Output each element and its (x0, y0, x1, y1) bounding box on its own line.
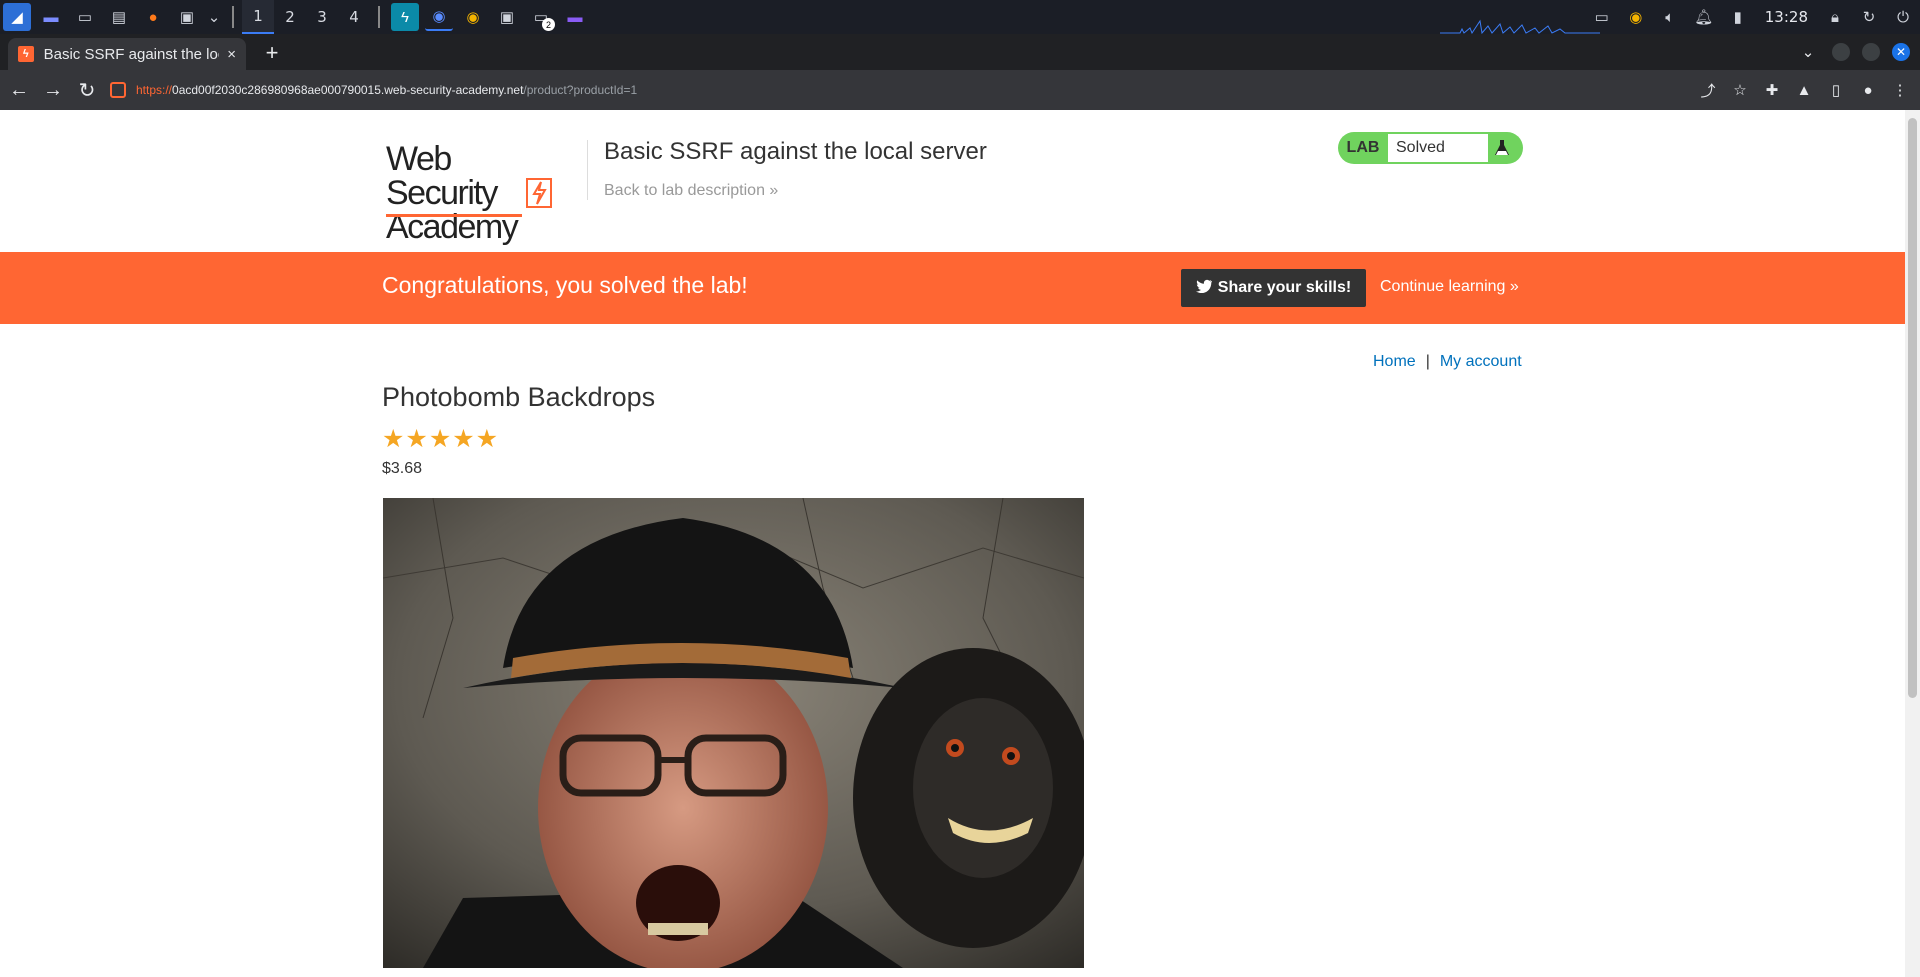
extensions-icon[interactable]: ✚ (1760, 78, 1784, 102)
chrome-icon[interactable]: ◉ (459, 3, 487, 31)
screen-icon[interactable]: ▭ (1588, 3, 1616, 31)
header-divider (587, 140, 588, 200)
bookmark-star-icon[interactable]: ☆ (1728, 78, 1752, 102)
home-link[interactable]: Home (1373, 353, 1416, 370)
close-window-button[interactable]: ✕ (1892, 43, 1910, 61)
profile-icon[interactable]: ● (1856, 78, 1880, 102)
workspace-1[interactable]: 1 (242, 0, 274, 34)
flask-icon (1488, 134, 1516, 162)
tab-close-icon[interactable]: × (227, 46, 236, 63)
maximize-button[interactable] (1862, 43, 1880, 61)
web-page: Web Security Academy Basic SSRF against … (0, 110, 1905, 977)
kali-menu-icon[interactable]: ◢ (3, 3, 31, 31)
clock: 13:28 (1764, 8, 1808, 26)
share-your-skills-button[interactable]: Share your skills! (1181, 269, 1366, 307)
notification-app-icon[interactable]: ▭ 2 (527, 3, 555, 31)
browser-tab-strip: ϟ Basic SSRF against the local server × … (0, 34, 1920, 70)
solved-banner: Congratulations, you solved the lab! Sha… (0, 252, 1905, 324)
url-path: /product?productId=1 (523, 83, 638, 97)
volume-icon[interactable]: 🔈︎ (1656, 3, 1684, 31)
url-host: 0acd00f2030c286980968ae000790015.web-sec… (172, 83, 524, 97)
os-taskbar: ◢ ▬ ▭ ▤ ● ▣ ⌄ 1 2 3 4 ϟ ◉ ◉ ▣ ▭ 2 ▬ ▭ ◉ 🔈… (0, 0, 1920, 34)
top-nav-links: Home | My account (1373, 353, 1522, 371)
notification-count: 2 (542, 18, 555, 31)
firefox-icon[interactable]: ● (139, 3, 167, 31)
taskbar-separator (378, 6, 380, 28)
terminal-window-icon[interactable]: ▣ (493, 3, 521, 31)
scrollbar-thumb[interactable] (1908, 118, 1917, 698)
burp-suite-icon[interactable]: ϟ (391, 3, 419, 31)
logo-bolt-icon (526, 178, 552, 208)
portswigger-favicon-icon: ϟ (18, 46, 34, 62)
workspace-4[interactable]: 4 (338, 0, 370, 34)
back-to-lab-description-link[interactable]: Back to lab description » (604, 182, 778, 200)
tab-search-icon[interactable]: ⌄ (1796, 40, 1820, 64)
network-activity-graph (1440, 19, 1600, 34)
chevron-down-icon[interactable]: ⌄ (207, 3, 221, 31)
page-scrollbar[interactable] (1905, 110, 1920, 977)
product-title: Photobomb Backdrops (382, 382, 656, 412)
twitter-icon (1195, 279, 1212, 298)
url-scheme: https:// (136, 83, 173, 97)
browser-tab-active[interactable]: ϟ Basic SSRF against the local server × (8, 38, 246, 70)
file-manager-icon[interactable]: ▭ (71, 3, 99, 31)
chromium-icon[interactable]: ◉ (425, 3, 453, 31)
share-button-label: Share your skills! (1217, 279, 1352, 296)
nav-separator: | (1425, 353, 1430, 370)
lock-icon[interactable]: 🔒︎ (1821, 3, 1849, 31)
chrome-tray-icon[interactable]: ◉ (1622, 3, 1650, 31)
product-rating-stars: ★★★★★ (382, 425, 500, 453)
app-icon[interactable]: ▬ (561, 3, 589, 31)
continue-learning-link[interactable]: Continue learning » (1380, 278, 1519, 296)
workspace-3[interactable]: 3 (306, 0, 338, 34)
my-account-link[interactable]: My account (1440, 353, 1522, 370)
battery-icon[interactable]: ▮ (1724, 3, 1752, 31)
lab-status-widget: LAB Solved (1338, 132, 1523, 164)
share-icon[interactable]: ⤴ (1696, 78, 1720, 102)
minimize-button[interactable] (1832, 43, 1850, 61)
desktop-icon[interactable]: ▬ (37, 3, 65, 31)
congratulations-message: Congratulations, you solved the lab! (382, 272, 748, 298)
web-security-academy-logo[interactable]: Web Security Academy (386, 142, 556, 244)
menu-kebab-icon[interactable]: ⋮ (1888, 78, 1912, 102)
lab-extension-icon[interactable]: ▲ (1792, 78, 1816, 102)
terminal-icon[interactable]: ▣ (173, 3, 201, 31)
workspace-2[interactable]: 2 (274, 0, 306, 34)
power-icon[interactable]: ⏻ (1889, 3, 1917, 31)
forward-icon[interactable]: → (38, 75, 68, 105)
new-tab-button[interactable]: + (258, 40, 286, 66)
lab-state: Solved (1388, 134, 1488, 162)
logo-underline (386, 214, 522, 217)
product-price: $3.68 (382, 460, 423, 477)
lab-tag: LAB (1346, 139, 1380, 156)
bell-icon[interactable]: 🔔︎ (1690, 3, 1718, 31)
side-panel-icon[interactable]: ▯ (1824, 78, 1848, 102)
product-image (383, 498, 1084, 968)
browser-toolbar: ← → ↻ https://0acd00f2030c286980968ae000… (0, 70, 1920, 110)
text-editor-icon[interactable]: ▤ (105, 3, 133, 31)
back-icon[interactable]: ← (4, 75, 34, 105)
taskbar-separator (232, 6, 234, 28)
refresh-session-icon[interactable]: ↻ (1855, 3, 1883, 31)
address-bar[interactable]: https://0acd00f2030c286980968ae000790015… (110, 76, 1670, 104)
reload-icon[interactable]: ↻ (72, 75, 102, 105)
url-text[interactable]: https://0acd00f2030c286980968ae000790015… (136, 83, 637, 97)
site-info-icon[interactable] (110, 82, 126, 98)
tab-title: Basic SSRF against the local server (43, 45, 220, 63)
lab-title: Basic SSRF against the local server (604, 138, 987, 165)
